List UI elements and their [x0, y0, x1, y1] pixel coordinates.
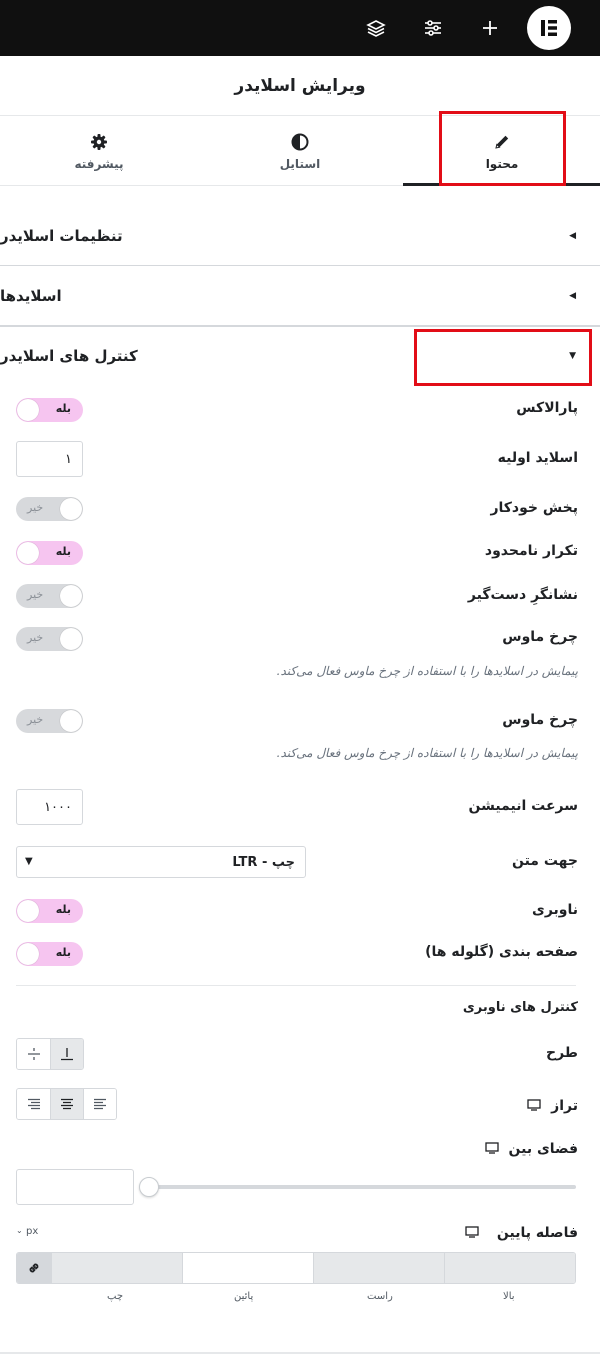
- toggle-state: بله: [55, 946, 71, 959]
- autoplay-label: پخش خودکار: [490, 500, 578, 516]
- space-between-row-label: فضای بین: [484, 1139, 579, 1158]
- animation-speed-input[interactable]: ۱۰۰۰: [16, 789, 83, 825]
- initial-slide-input[interactable]: ۱: [16, 441, 83, 477]
- dimension-bottom-label: پائین: [234, 1291, 254, 1302]
- toggle-state: خیر: [27, 501, 44, 514]
- infinite-loop-toggle[interactable]: بله: [16, 541, 83, 565]
- mousewheel-toggle[interactable]: خیر: [16, 709, 83, 733]
- animation-speed-label: سرعت انیمیشن: [468, 798, 578, 814]
- space-between-slider-track[interactable]: [150, 1185, 576, 1189]
- dimension-top-input[interactable]: [444, 1253, 575, 1283]
- dimension-right-label: راست: [367, 1291, 393, 1302]
- section-title: کنترل های اسلایدر: [0, 347, 138, 365]
- bottom-spacing-row-label: فاصله پایین: [465, 1223, 578, 1242]
- half-circle-icon: [291, 131, 309, 153]
- dimension-left-label: چپ: [107, 1291, 124, 1302]
- text-direction-select[interactable]: چپ - LTR ▼: [16, 846, 306, 878]
- toggle-knob: [60, 710, 82, 732]
- mousewheel-toggle[interactable]: خیر: [16, 627, 83, 651]
- chevron-down-icon: ▼: [25, 856, 33, 867]
- toggle-state: بله: [55, 903, 71, 916]
- section-title: اسلایدها: [0, 286, 62, 305]
- toggle-knob: [60, 585, 82, 607]
- align-label: تراز: [551, 1097, 578, 1114]
- plus-icon[interactable]: [476, 14, 504, 42]
- tab-label: استایل: [279, 157, 321, 171]
- layout-button-group: [16, 1038, 84, 1070]
- mousewheel-hint: پیمایش در اسلایدها را با استفاده از چرخ …: [276, 664, 578, 678]
- toggle-state: خیر: [27, 631, 44, 644]
- autoplay-toggle[interactable]: خیر: [16, 497, 83, 521]
- grab-cursor-label: نشانگرِ دست‌گیر: [467, 587, 578, 603]
- mousewheel-hint: پیمایش در اسلایدها را با استفاده از چرخ …: [276, 746, 578, 760]
- align-right-icon[interactable]: [17, 1089, 50, 1119]
- divider: [16, 985, 576, 986]
- unit-selector[interactable]: px: [26, 1226, 38, 1237]
- chevron-down-icon: ⌄: [16, 1226, 23, 1235]
- divider: [0, 1352, 600, 1354]
- tab-label: پیشرفته: [74, 157, 124, 171]
- text-direction-label: جهت متن: [511, 853, 578, 869]
- toggle-knob: [17, 943, 39, 965]
- grab-cursor-toggle[interactable]: خیر: [16, 584, 83, 608]
- align-bottom-icon[interactable]: [50, 1039, 83, 1069]
- align-left-icon[interactable]: [83, 1089, 116, 1119]
- vertical-center-icon[interactable]: [17, 1039, 50, 1069]
- layers-icon[interactable]: [362, 14, 390, 42]
- toggle-knob: [17, 542, 39, 564]
- mousewheel-label: چرخ ماوس: [502, 712, 578, 728]
- space-between-label: فضای بین: [508, 1140, 579, 1157]
- initial-slide-label: اسلاید اولیه: [497, 450, 578, 466]
- unit-value: px: [26, 1226, 39, 1237]
- toggle-state: خیر: [27, 588, 44, 601]
- dimensions-control: [16, 1252, 576, 1284]
- highlight-box-tab: [439, 111, 566, 186]
- toggle-knob: [60, 498, 82, 520]
- desktop-icon[interactable]: [527, 1096, 541, 1115]
- align-button-group: [16, 1088, 117, 1120]
- gear-icon: [90, 131, 108, 153]
- caret-left-icon: ◀: [569, 230, 576, 241]
- toggle-knob: [60, 628, 82, 650]
- pagination-label: صفحه بندی (گلوله ها): [425, 944, 578, 960]
- section-slider-settings[interactable]: ◀ تنظیمات اسلایدر: [0, 206, 600, 266]
- infinite-loop-label: تکرار نامحدود: [484, 543, 578, 559]
- link-icon[interactable]: [17, 1253, 51, 1283]
- navigation-toggle[interactable]: بله: [16, 899, 83, 923]
- parallax-toggle[interactable]: بله: [16, 398, 83, 422]
- dimension-right-input[interactable]: [313, 1253, 444, 1283]
- dimension-bottom-input[interactable]: [182, 1253, 313, 1283]
- nav-controls-heading: کنترل های ناوبری: [462, 1000, 578, 1015]
- toggle-state: بله: [55, 545, 71, 558]
- mousewheel-label: چرخ ماوس: [502, 629, 578, 645]
- align-row-label: تراز: [527, 1096, 578, 1115]
- pagination-toggle[interactable]: بله: [16, 942, 83, 966]
- space-between-input[interactable]: [16, 1169, 134, 1205]
- bottom-spacing-label: فاصله پایین: [496, 1224, 578, 1241]
- toggle-knob: [17, 399, 39, 421]
- toggle-state: خیر: [27, 713, 44, 726]
- desktop-icon[interactable]: [465, 1223, 479, 1242]
- desktop-icon[interactable]: [484, 1139, 499, 1158]
- section-slides[interactable]: ◀ اسلایدها: [0, 266, 600, 326]
- select-value: چپ - LTR: [232, 854, 295, 870]
- toggle-knob: [17, 900, 39, 922]
- panel-title: ویرایش اسلایدر: [0, 56, 600, 116]
- dimension-top-label: بالا: [503, 1291, 515, 1302]
- highlight-box-section: [414, 329, 592, 386]
- parallax-label: پارالاکس: [516, 400, 578, 416]
- caret-left-icon: ◀: [569, 290, 576, 301]
- space-between-slider-handle[interactable]: [139, 1177, 159, 1197]
- tab-style[interactable]: استایل: [201, 116, 399, 186]
- elementor-logo[interactable]: [527, 6, 571, 50]
- sliders-icon[interactable]: [419, 14, 447, 42]
- align-center-icon[interactable]: [50, 1089, 83, 1119]
- navigation-label: ناوبری: [531, 902, 578, 918]
- layout-label: طرح: [546, 1045, 578, 1061]
- top-toolbar: [0, 0, 600, 56]
- tab-advanced[interactable]: پیشرفته: [0, 116, 198, 186]
- dimension-left-input[interactable]: [51, 1253, 182, 1283]
- toggle-state: بله: [55, 402, 71, 415]
- section-title: تنظیمات اسلایدر: [0, 226, 123, 245]
